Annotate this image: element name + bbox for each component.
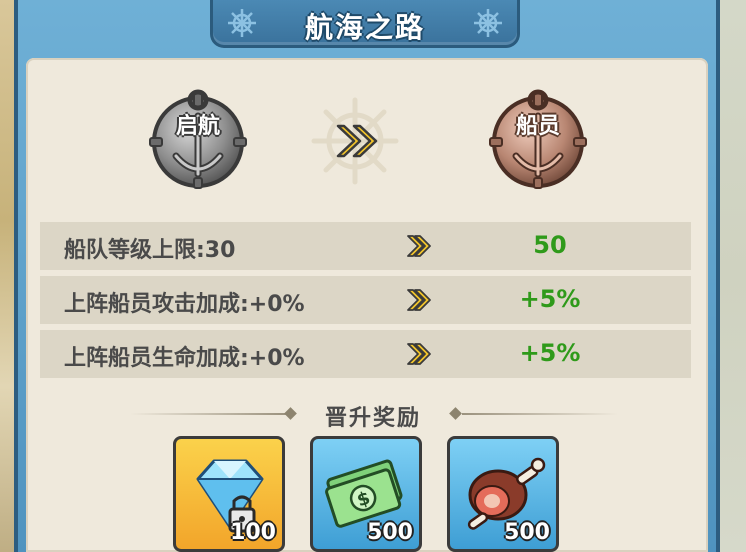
stat-row-fleet-level-cap: 船队等级上限:30 50 [40,222,691,270]
double-chevron-icon [311,97,399,185]
reward-item-cash[interactable]: $ 500 [310,436,422,552]
current-rank-badge: 启航 [146,86,250,190]
rank-up-arrow [310,96,400,186]
reward-count: 100 [230,520,276,545]
reward-item-diamond[interactable]: 100 [173,436,285,552]
next-rank-label: 船员 [515,114,560,139]
rewards-title: 晋升奖励 [324,406,421,431]
reward-count: 500 [367,520,413,545]
next-rank-badge: 船员 [486,86,590,190]
current-rank-label: 启航 [175,114,220,139]
stat-row-crew-attack-bonus: 上阵船员攻击加成:+0% +5% [40,276,691,324]
ship-wheel-icon [474,9,502,37]
divider-line [462,413,618,415]
double-chevron-icon [407,235,431,257]
title-plate: 航海之路 [210,0,520,48]
double-chevron-icon [407,343,431,365]
stat-value: 50 [533,231,567,259]
double-chevron-icon [407,289,431,311]
stat-label: 上阵船员生命加成:+0% [64,346,305,371]
page-title: 航海之路 [304,11,425,44]
stat-value: +5% [519,339,581,367]
reward-item-meat[interactable]: 500 [447,436,559,552]
stat-row-crew-hp-bonus: 上阵船员生命加成:+0% +5% [40,330,691,378]
reward-count: 500 [504,520,550,545]
stat-label: 上阵船员攻击加成:+0% [64,292,305,317]
stat-value: +5% [519,285,581,313]
stat-label: 船队等级上限:30 [64,238,236,263]
